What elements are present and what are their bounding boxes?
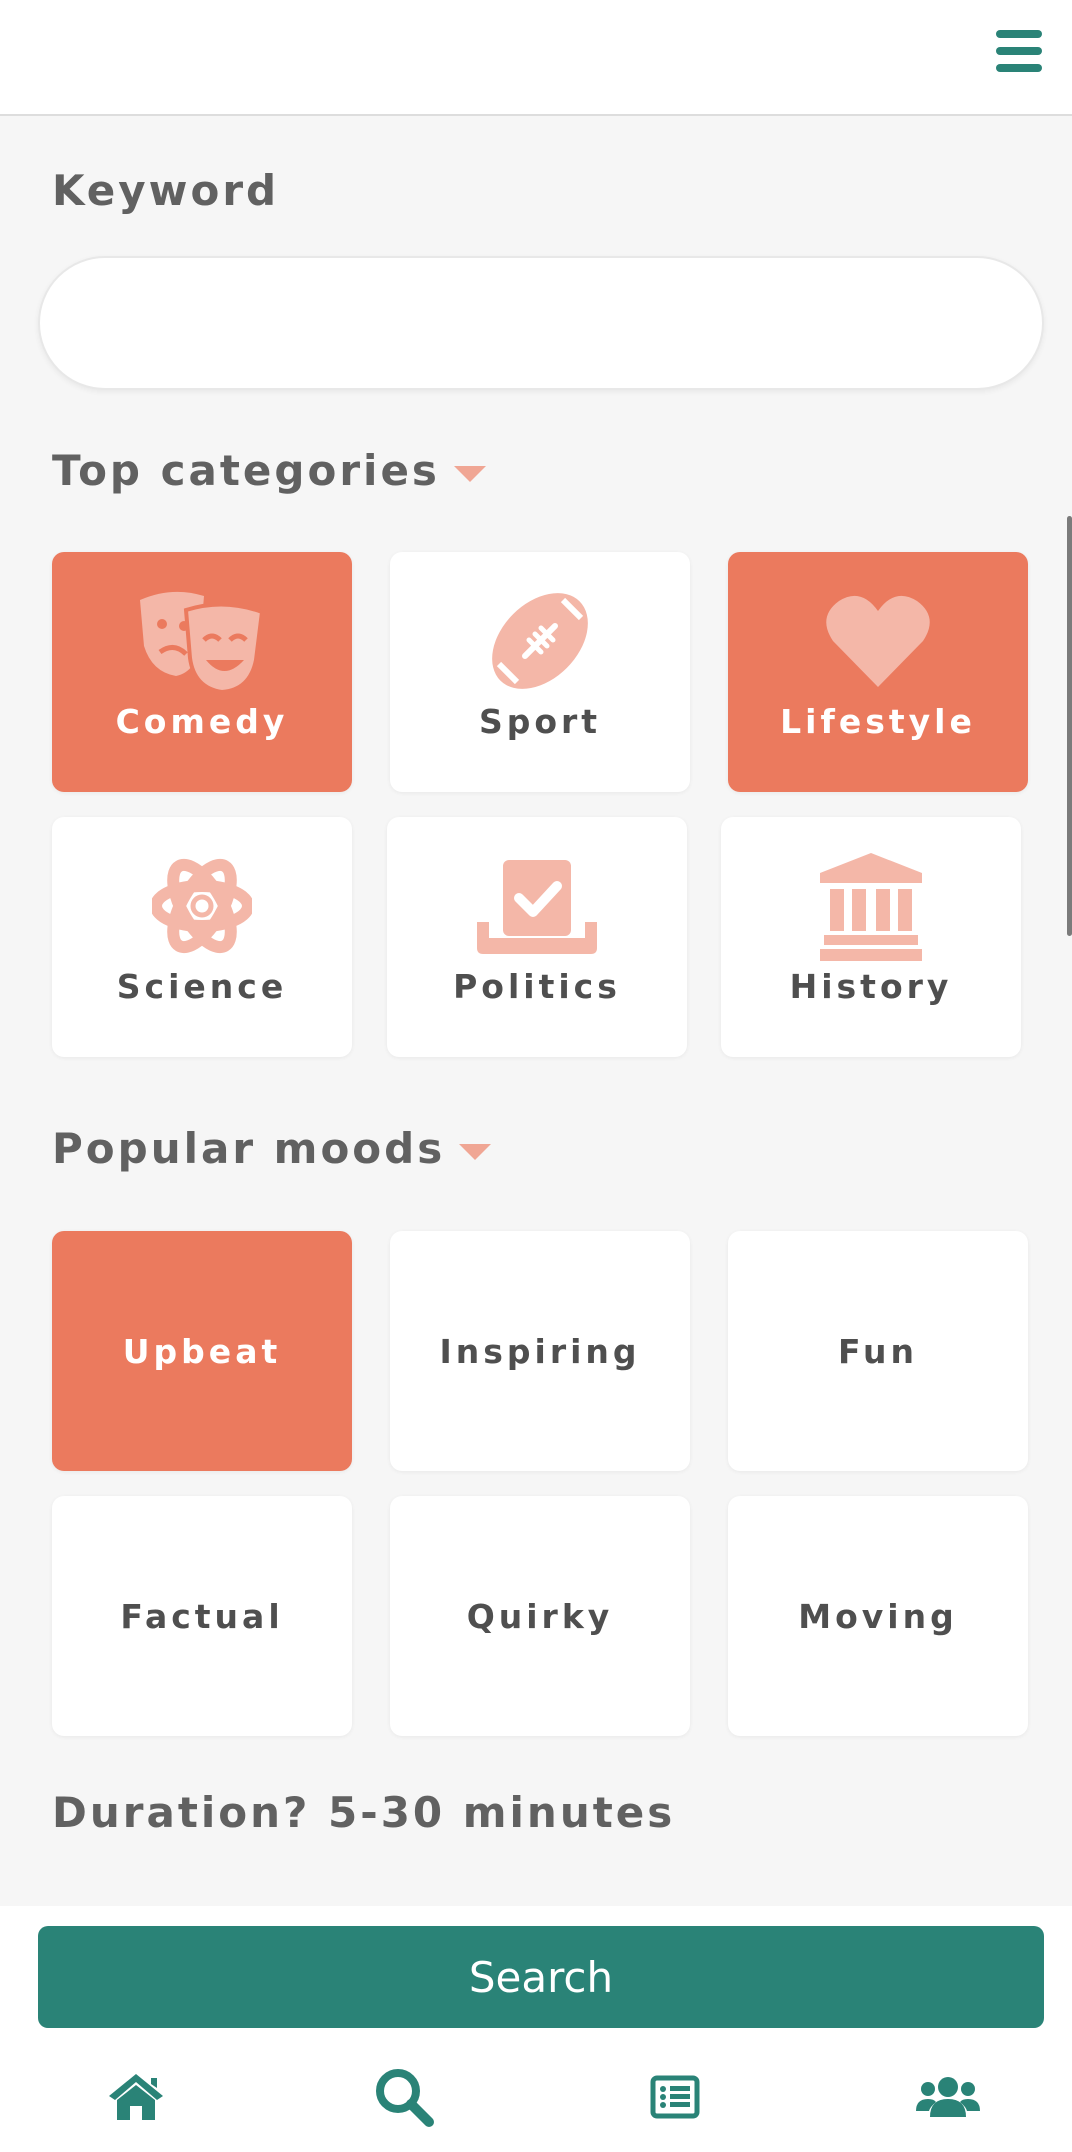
heart-icon	[728, 586, 1028, 696]
category-tile-politics[interactable]: Politics	[387, 817, 687, 1057]
scrollbar-thumb[interactable]	[1067, 516, 1072, 936]
theater-masks-icon	[52, 586, 352, 696]
category-label: History	[789, 967, 953, 1006]
list-icon	[650, 2075, 700, 2119]
landmark-icon	[721, 851, 1021, 961]
category-label: Lifestyle	[780, 702, 976, 741]
users-icon	[916, 2077, 980, 2117]
popular-moods-title: Popular moods	[52, 1124, 446, 1173]
mood-label: Upbeat	[122, 1331, 282, 1371]
nav-home[interactable]	[96, 2062, 176, 2132]
mood-label: Fun	[838, 1331, 918, 1371]
keyword-label: Keyword	[52, 166, 280, 215]
keyword-input[interactable]	[38, 256, 1044, 390]
atom-icon	[52, 851, 352, 961]
search-icon	[376, 2069, 434, 2127]
mood-tile-moving[interactable]: Moving	[728, 1496, 1028, 1736]
category-label: Science	[116, 967, 288, 1006]
category-tile-comedy[interactable]: Comedy	[52, 552, 352, 792]
mood-tile-fun[interactable]: Fun	[728, 1231, 1028, 1471]
category-label: Comedy	[115, 702, 289, 741]
mood-tile-upbeat[interactable]: Upbeat	[52, 1231, 352, 1471]
mood-label: Inspiring	[439, 1331, 641, 1371]
popular-moods-heading[interactable]: Popular moods	[52, 1124, 492, 1173]
hamburger-menu-icon[interactable]	[996, 30, 1042, 72]
nav-community[interactable]	[908, 2062, 988, 2132]
bottom-panel: Search	[0, 1906, 1072, 2152]
top-categories-heading[interactable]: Top categories	[52, 446, 486, 495]
nav-list[interactable]	[635, 2062, 715, 2132]
mood-label: Quirky	[466, 1596, 614, 1636]
category-label: Politics	[453, 967, 621, 1006]
ballot-box-icon	[387, 851, 687, 961]
duration-label: Duration? 5-30 minutes	[52, 1788, 676, 1837]
mood-tile-quirky[interactable]: Quirky	[390, 1496, 690, 1736]
category-tile-history[interactable]: History	[721, 817, 1021, 1057]
football-icon	[390, 586, 690, 696]
category-label: Sport	[478, 702, 602, 741]
top-bar	[0, 0, 1072, 116]
top-categories-title: Top categories	[52, 446, 440, 495]
caret-down-icon	[459, 1143, 492, 1160]
category-tile-science[interactable]: Science	[52, 817, 352, 1057]
category-tile-sport[interactable]: Sport	[390, 552, 690, 792]
caret-down-icon	[453, 465, 486, 482]
mood-tile-inspiring[interactable]: Inspiring	[390, 1231, 690, 1471]
nav-search[interactable]	[364, 2062, 444, 2132]
category-tile-lifestyle[interactable]: Lifestyle	[728, 552, 1028, 792]
mood-label: Factual	[120, 1596, 284, 1636]
mood-tile-factual[interactable]: Factual	[52, 1496, 352, 1736]
home-icon	[109, 2074, 163, 2120]
search-button[interactable]: Search	[38, 1926, 1044, 2028]
mood-label: Moving	[798, 1596, 958, 1636]
